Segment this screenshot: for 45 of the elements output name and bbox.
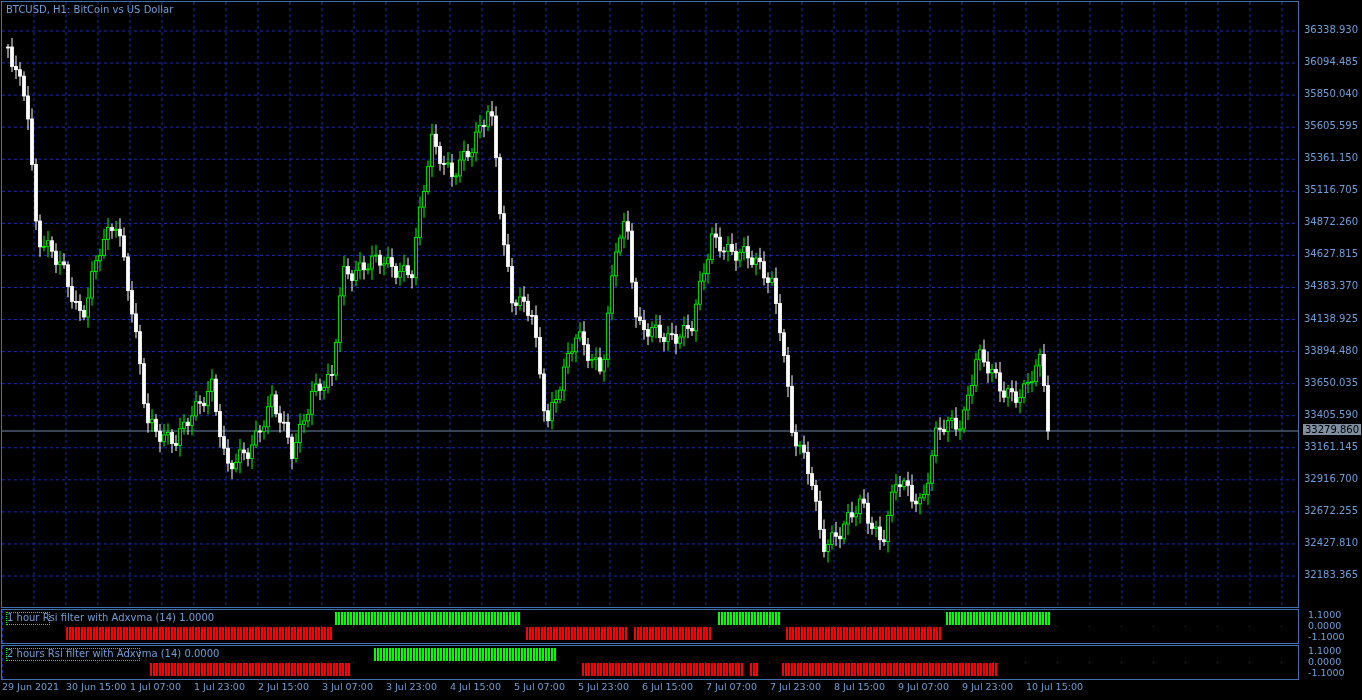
price-label: 32183.365 — [1304, 569, 1359, 580]
time-label: 7 Jul 07:00 — [706, 681, 758, 692]
time-label: 10 Jul 15:00 — [1026, 681, 1084, 692]
time-label: 2 Jul 15:00 — [258, 681, 310, 692]
price-label: 34383.370 — [1304, 280, 1359, 292]
price-label: 35116.705 — [1304, 184, 1359, 196]
price-label: 35850.040 — [1304, 88, 1359, 100]
indicator-label: 2 hours Rsi filter with Adxvma (14) 0.0000 — [7, 648, 220, 659]
time-label: 5 Jul 23:00 — [578, 681, 630, 692]
time-label: 7 Jul 23:00 — [770, 681, 822, 692]
time-label: 3 Jul 23:00 — [386, 681, 438, 692]
price-label: 32427.810 — [1304, 536, 1359, 548]
indicator-scale-label: 0.0000 — [1308, 656, 1343, 667]
time-label: 9 Jul 07:00 — [898, 681, 950, 692]
price-label: 36338.930 — [1304, 24, 1359, 35]
time-label: 9 Jul 23:00 — [962, 681, 1014, 692]
time-label: 30 Jun 15:00 — [66, 681, 128, 692]
indicator-label: 1 hour Rsi filter with Adxvma (14) 1.0000 — [7, 612, 215, 623]
price-label: 33405.590 — [1304, 408, 1359, 420]
time-label: 29 Jun 2021 — [2, 681, 61, 692]
price-label: 33894.480 — [1304, 344, 1359, 356]
price-label: 35361.150 — [1304, 152, 1359, 164]
price-label: 32672.255 — [1304, 504, 1359, 516]
price-label: 34138.925 — [1304, 312, 1359, 324]
time-label: 1 Jul 07:00 — [130, 681, 182, 692]
indicator-scale-label: 0.0000 — [1308, 620, 1343, 631]
price-label: 34627.815 — [1304, 248, 1359, 260]
chart-title: BTCUSD, H1: BitCoin vs US Dollar — [6, 4, 174, 15]
indicator-scale-label: -1.1000 — [1308, 631, 1346, 642]
price-label: 36094.485 — [1304, 56, 1359, 68]
price-label: 33161.145 — [1304, 440, 1359, 452]
time-label: 8 Jul 15:00 — [834, 681, 886, 692]
time-label: 6 Jul 15:00 — [642, 681, 694, 692]
price-label: 32916.700 — [1304, 472, 1359, 484]
indicator-scale-label: 1.1000 — [1308, 609, 1343, 620]
indicator-scale-label: 1.1000 — [1308, 645, 1343, 656]
price-label: 33650.035 — [1304, 376, 1359, 388]
current-price-label: 33279.860 — [1303, 424, 1362, 435]
indicator-scale-label: -1.1000 — [1308, 667, 1346, 678]
time-label: 1 Jul 23:00 — [194, 681, 246, 692]
price-label: 35605.595 — [1304, 120, 1359, 132]
time-label: 5 Jul 07:00 — [514, 681, 566, 692]
time-label: 3 Jul 07:00 — [322, 681, 374, 692]
time-label: 4 Jul 15:00 — [450, 681, 502, 692]
price-label: 34872.260 — [1304, 216, 1359, 228]
